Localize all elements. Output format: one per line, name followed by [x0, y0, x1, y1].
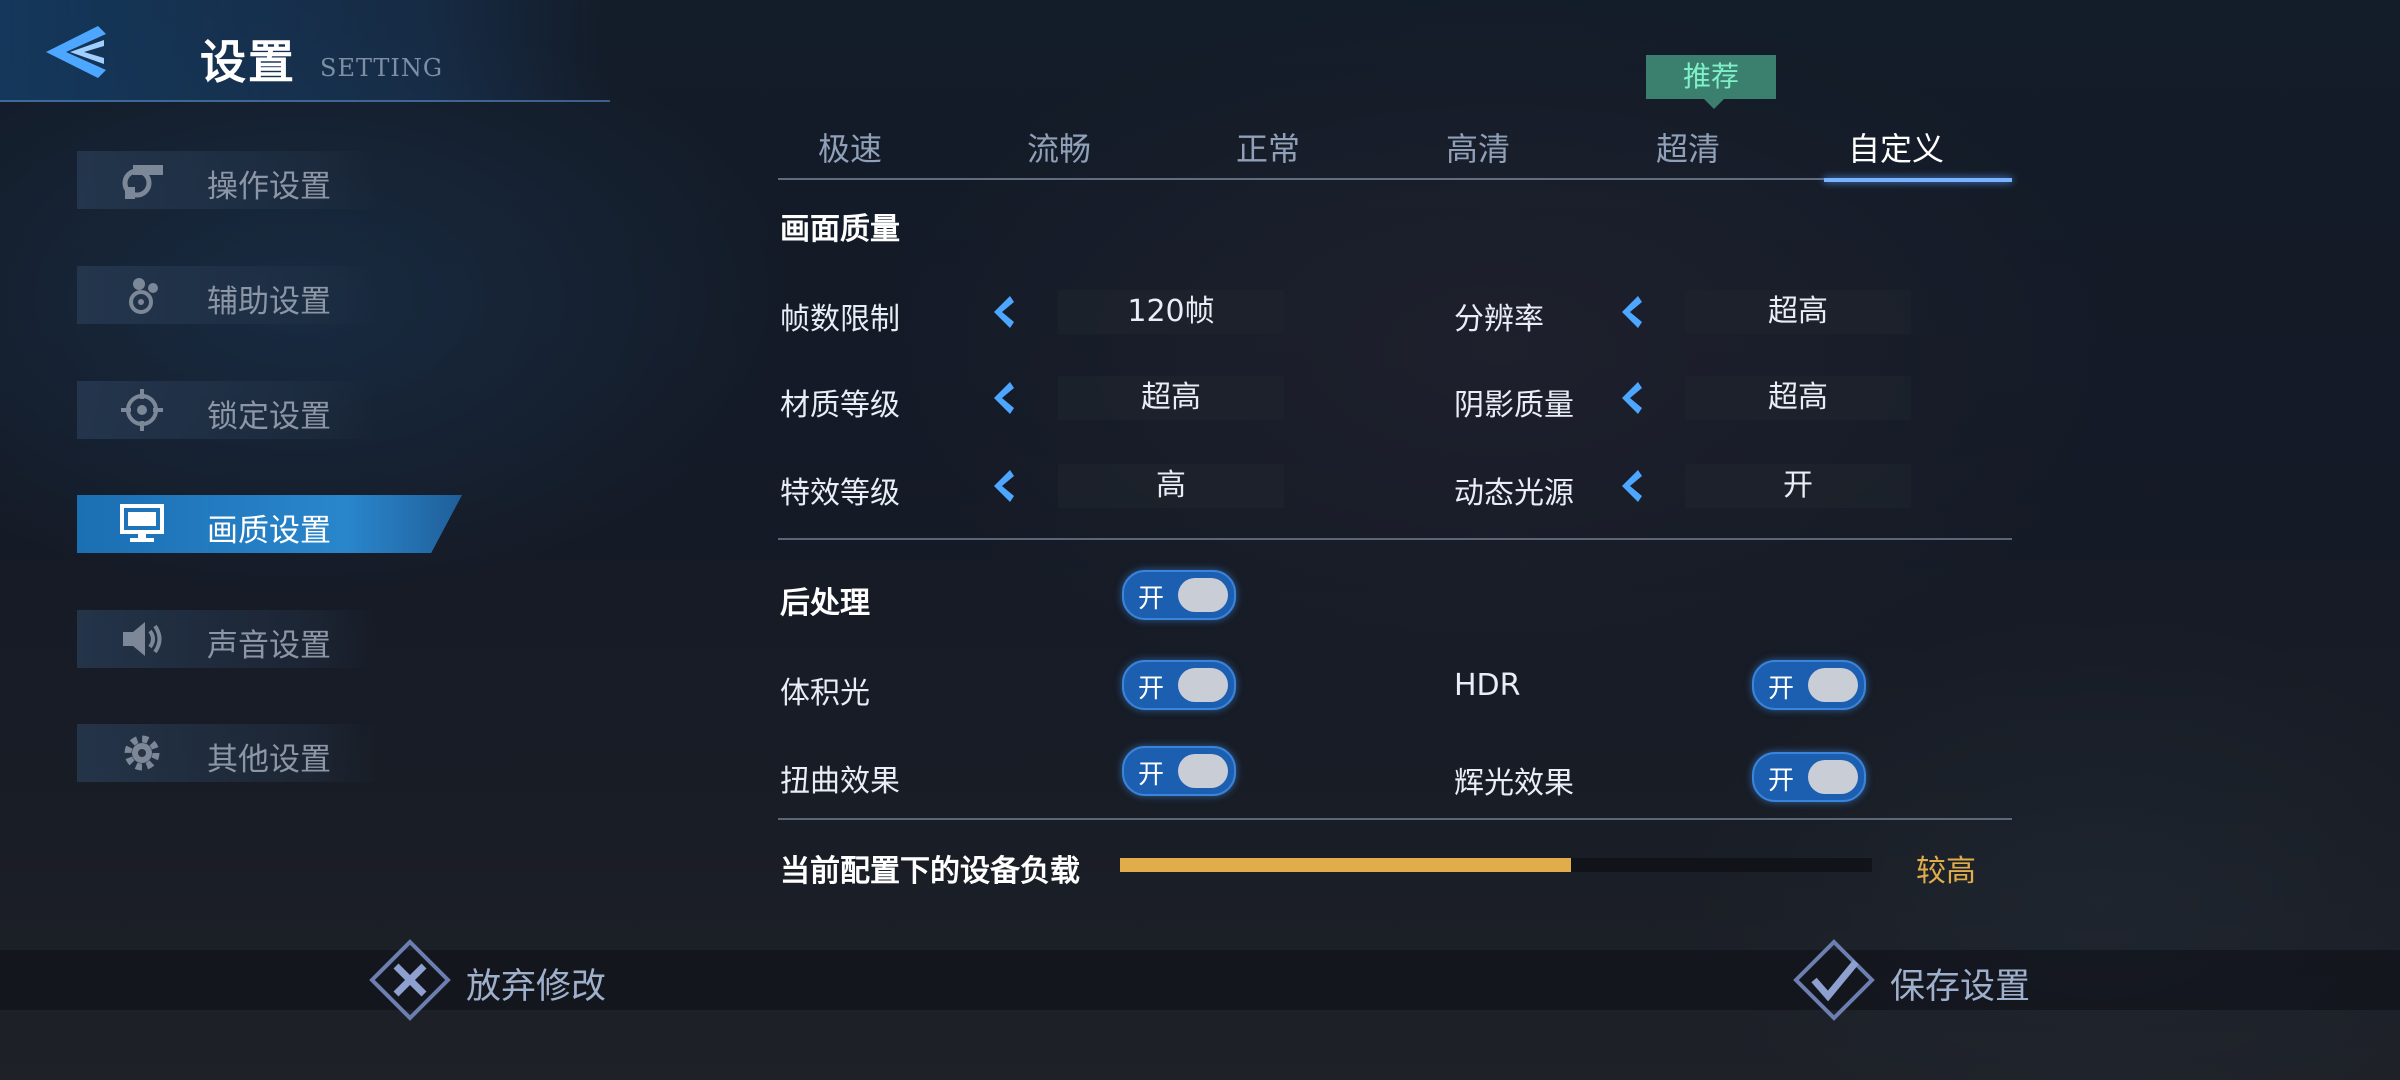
effects-level-prev-icon[interactable] — [988, 466, 1018, 506]
save-settings-label: 保存设置 — [1890, 967, 2031, 1007]
page-subtitle: SETTING — [320, 54, 444, 82]
sidebar-item-label: 辅助设置 — [207, 284, 331, 320]
page-title: 设置 — [200, 35, 296, 89]
texture-level-value[interactable]: 超高 — [1058, 376, 1284, 420]
active-tab-underline — [1824, 178, 2012, 182]
tab-normal[interactable]: 正常 — [1168, 124, 1368, 170]
checkmark-icon — [1793, 939, 1875, 1021]
post-processing-toggle[interactable]: 开 — [1122, 570, 1236, 620]
sidebar-item-label: 画质设置 — [207, 513, 331, 549]
tab-fastest[interactable]: 极速 — [750, 124, 950, 170]
post-processing-title: 后处理 — [780, 586, 870, 621]
speaker-icon — [123, 622, 162, 656]
close-icon — [369, 939, 451, 1021]
glow-effect-toggle[interactable]: 开 — [1752, 752, 1866, 802]
sidebar-item-label: 声音设置 — [207, 628, 331, 664]
distortion-effect-label: 扭曲效果 — [780, 764, 900, 799]
resolution-value[interactable]: 超高 — [1685, 290, 1911, 334]
device-load-label: 当前配置下的设备负载 — [780, 854, 1080, 889]
toggle-state-label: 开 — [1138, 674, 1165, 704]
shadow-quality-label: 阴影质量 — [1454, 388, 1574, 423]
gear-icon — [124, 735, 160, 771]
tab-smooth[interactable]: 流畅 — [959, 124, 1159, 170]
device-load-level: 较高 — [1916, 854, 1976, 889]
resolution-label: 分辨率 — [1454, 302, 1544, 337]
sidebar-item-graphics[interactable]: 画质设置 — [77, 495, 462, 553]
sidebar-item-label: 操作设置 — [207, 169, 331, 205]
monitor-icon — [120, 504, 164, 542]
sidebar-item-label: 其他设置 — [207, 742, 331, 778]
tab-hd[interactable]: 高清 — [1378, 124, 1578, 170]
resolution-prev-icon[interactable] — [1616, 292, 1646, 332]
dynamic-light-prev-icon[interactable] — [1616, 466, 1646, 506]
section-divider — [778, 818, 2012, 820]
back-button[interactable] — [40, 22, 120, 82]
sidebar-item-lock[interactable]: 锁定设置 — [77, 381, 377, 439]
shadow-quality-value[interactable]: 超高 — [1685, 376, 1911, 420]
sidebar-item-sound[interactable]: 声音设置 — [77, 610, 377, 668]
sidebar-item-assist[interactable]: 辅助设置 — [77, 266, 377, 324]
distortion-effect-toggle[interactable]: 开 — [1122, 746, 1236, 796]
effects-level-value[interactable]: 高 — [1058, 464, 1284, 508]
quality-preset-tabs: 极速 流畅 正常 高清 超清 自定义 — [778, 118, 2012, 182]
toggle-knob — [1808, 668, 1858, 702]
toggle-state-label: 开 — [1768, 766, 1795, 796]
volumetric-light-label: 体积光 — [780, 676, 870, 711]
toggle-knob — [1178, 578, 1228, 612]
hdr-toggle[interactable]: 开 — [1752, 660, 1866, 710]
frame-limit-value[interactable]: 120帧 — [1058, 290, 1284, 334]
toggle-knob — [1178, 668, 1228, 702]
gun-gear-icon — [122, 165, 163, 199]
glow-effect-label: 辉光效果 — [1454, 766, 1574, 801]
toggle-knob — [1808, 760, 1858, 794]
shadow-quality-prev-icon[interactable] — [1616, 378, 1646, 418]
toggle-state-label: 开 — [1768, 674, 1795, 704]
effects-level-label: 特效等级 — [780, 476, 900, 511]
texture-level-label: 材质等级 — [780, 388, 900, 423]
section-divider — [778, 538, 2012, 540]
back-arrow-icon — [46, 26, 106, 78]
toggle-knob — [1178, 754, 1228, 788]
toggle-state-label: 开 — [1138, 760, 1165, 790]
device-load-bar — [1120, 858, 1872, 872]
texture-level-prev-icon[interactable] — [988, 378, 1018, 418]
bottom-action-bar — [0, 950, 2400, 1010]
frame-limit-prev-icon[interactable] — [988, 292, 1018, 332]
tab-custom[interactable]: 自定义 — [1796, 124, 1996, 170]
volumetric-light-toggle[interactable]: 开 — [1122, 660, 1236, 710]
hdr-label: HDR — [1454, 668, 1521, 703]
sidebar-item-controls[interactable]: 操作设置 — [77, 151, 377, 209]
header-bar: 设置 SETTING — [0, 0, 610, 102]
discard-changes-label: 放弃修改 — [466, 967, 607, 1007]
device-load-fill — [1120, 858, 1572, 872]
dynamic-light-value[interactable]: 开 — [1685, 464, 1911, 508]
toggle-state-label: 开 — [1138, 584, 1165, 614]
sidebar-item-other[interactable]: 其他设置 — [77, 724, 377, 782]
dots-cluster-icon — [129, 278, 158, 314]
recommended-badge: 推荐 — [1646, 55, 1776, 109]
sidebar-item-label: 锁定设置 — [207, 399, 331, 435]
tab-ultra-hd[interactable]: 超清 — [1588, 124, 1788, 170]
picture-quality-title: 画面质量 — [780, 212, 900, 247]
dynamic-light-label: 动态光源 — [1454, 476, 1574, 511]
crosshair-icon — [121, 389, 163, 431]
frame-limit-label: 帧数限制 — [780, 302, 900, 337]
